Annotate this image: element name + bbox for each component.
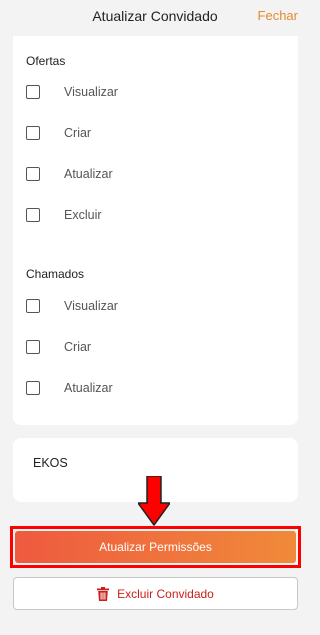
checkbox[interactable] bbox=[26, 208, 40, 222]
permissions-card: Ofertas Visualizar Criar Atualizar Exclu… bbox=[13, 36, 298, 425]
update-permissions-label: Atualizar Permissões bbox=[99, 540, 212, 554]
down-arrow-icon bbox=[138, 476, 170, 526]
perm-label: Criar bbox=[64, 126, 92, 140]
checkbox[interactable] bbox=[26, 381, 40, 395]
header: Atualizar Convidado Fechar bbox=[0, 0, 310, 34]
perm-label: Visualizar bbox=[64, 85, 118, 99]
trash-icon bbox=[97, 586, 110, 601]
checkbox[interactable] bbox=[26, 340, 40, 354]
delete-guest-button[interactable]: Excluir Convidado bbox=[13, 577, 298, 610]
checkbox[interactable] bbox=[26, 126, 40, 140]
perm-row-ofertas-criar[interactable]: Criar bbox=[26, 122, 91, 144]
perm-row-chamados-atualizar[interactable]: Atualizar bbox=[26, 377, 113, 399]
perm-label: Criar bbox=[64, 340, 92, 354]
delete-guest-label: Excluir Convidado bbox=[117, 586, 214, 601]
perm-label: Atualizar bbox=[64, 167, 113, 181]
checkbox[interactable] bbox=[26, 299, 40, 313]
perm-row-chamados-criar[interactable]: Criar bbox=[26, 336, 91, 358]
checkbox[interactable] bbox=[26, 167, 40, 181]
close-button[interactable]: Fechar bbox=[258, 8, 298, 23]
ekos-label: EKOS bbox=[33, 456, 68, 470]
perm-label: Atualizar bbox=[64, 381, 113, 395]
perm-label: Excluir bbox=[64, 208, 102, 222]
perm-row-ofertas-excluir[interactable]: Excluir bbox=[26, 204, 102, 226]
perm-label: Visualizar bbox=[64, 299, 118, 313]
perm-row-ofertas-atualizar[interactable]: Atualizar bbox=[26, 163, 113, 185]
perm-row-chamados-visualizar[interactable]: Visualizar bbox=[26, 295, 118, 317]
update-permissions-button[interactable]: Atualizar Permissões bbox=[15, 531, 296, 563]
section-title-chamados: Chamados bbox=[26, 267, 85, 281]
perm-row-ofertas-visualizar[interactable]: Visualizar bbox=[26, 81, 118, 103]
checkbox[interactable] bbox=[26, 85, 40, 99]
section-title-ofertas: Ofertas bbox=[26, 54, 66, 68]
